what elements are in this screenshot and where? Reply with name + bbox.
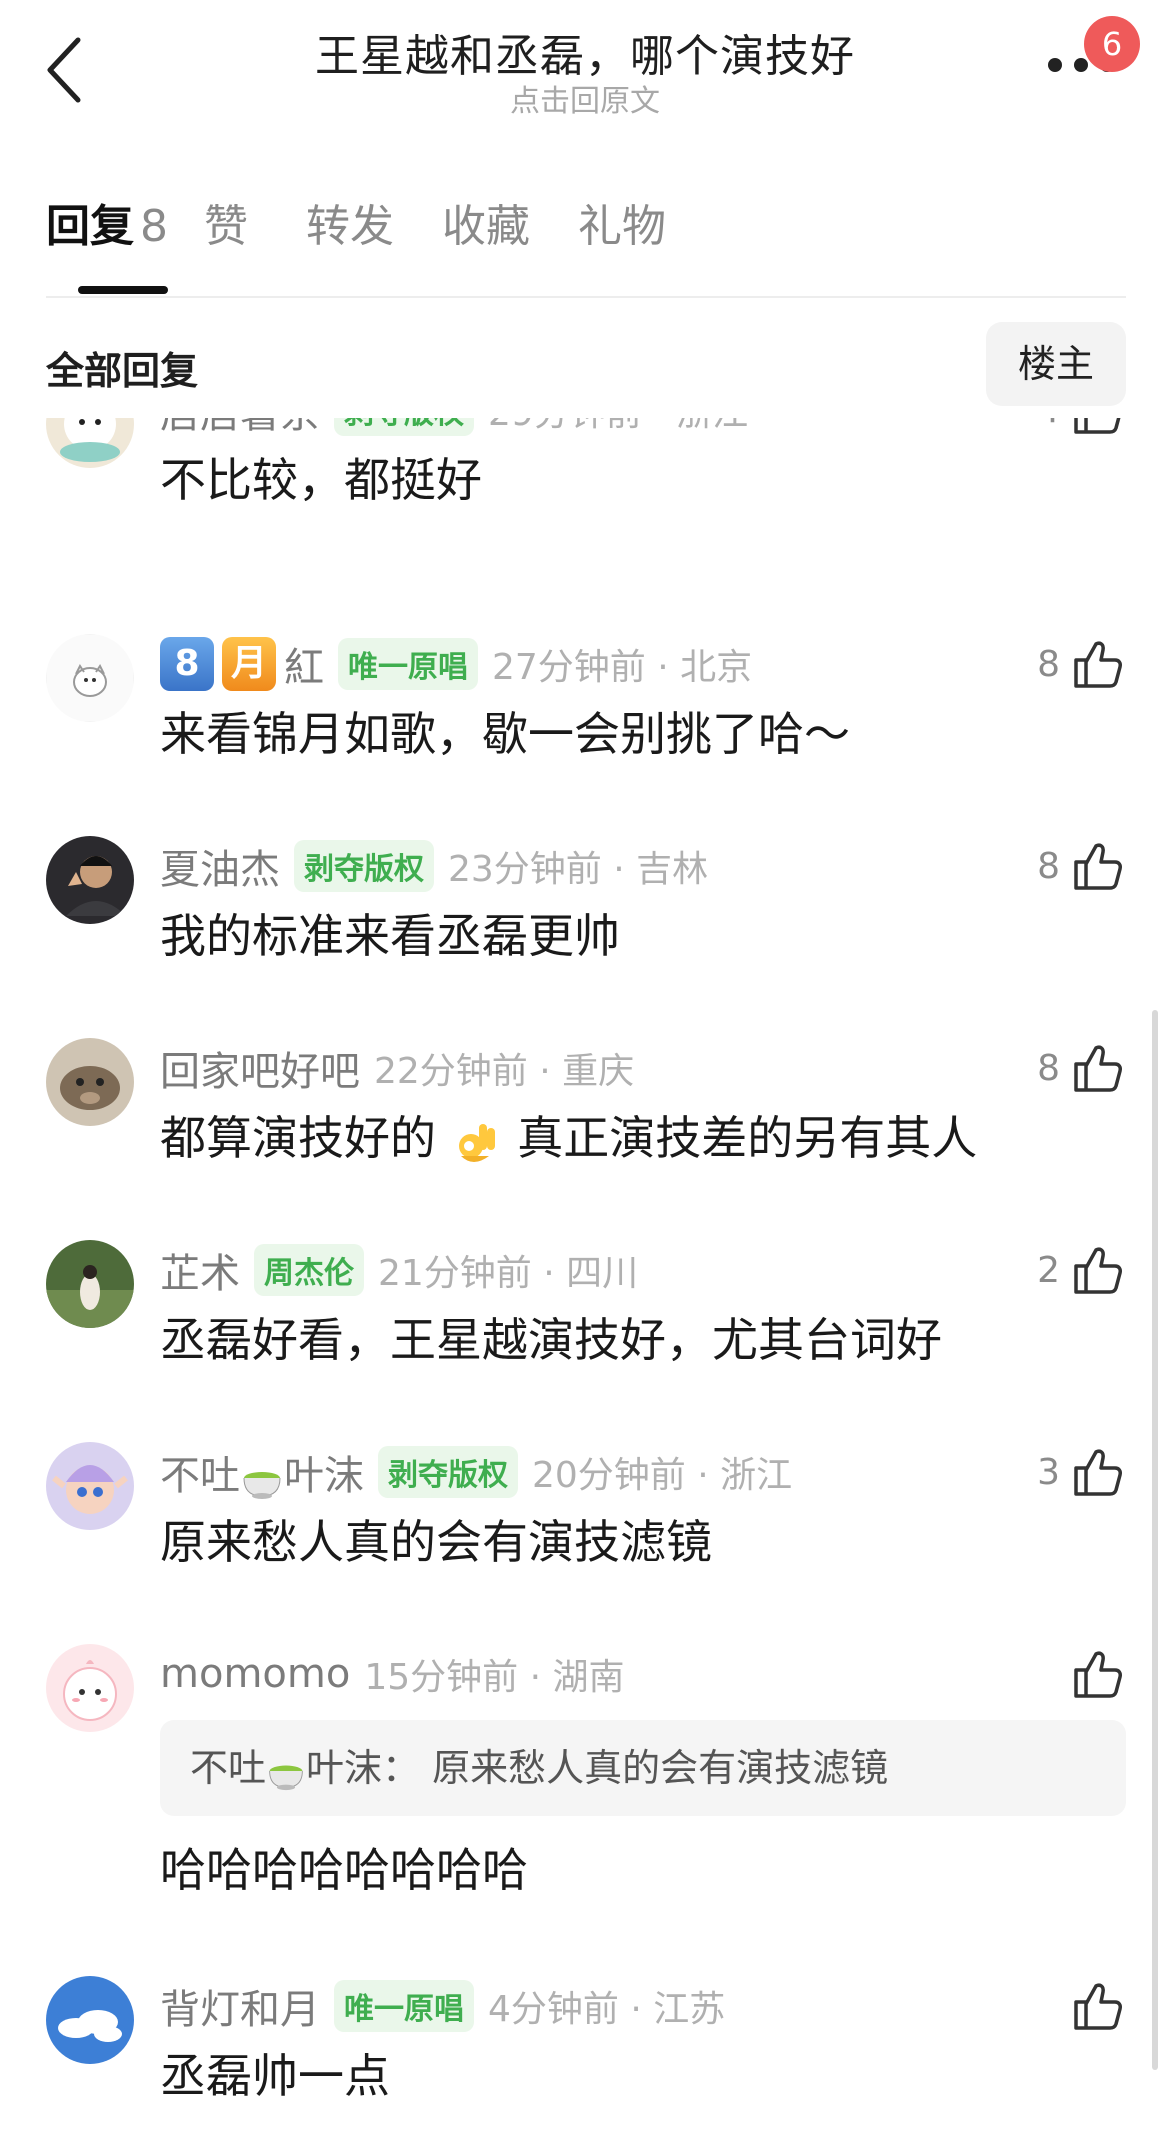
active-tab-indicator — [78, 286, 168, 294]
like-count: 8 — [1037, 845, 1060, 887]
fan-tag: 周杰伦 — [254, 1244, 364, 1296]
avatar[interactable] — [46, 1644, 134, 1732]
like-button[interactable]: 8 — [1037, 836, 1124, 896]
like-button[interactable]: 8 — [1037, 634, 1124, 694]
timestamp-location: 20分钟前 · 浙江 — [532, 1455, 793, 1496]
timestamp-location: 29分钟前 · 浙江 — [488, 418, 748, 436]
like-count: 2 — [1037, 1249, 1060, 1291]
username[interactable]: 紅 — [284, 635, 324, 693]
like-count: 8 — [1037, 643, 1060, 685]
username[interactable]: momomo — [160, 1651, 350, 1697]
comment-meta: 回家吧好吧 22分钟前 · 重庆 — [160, 1038, 634, 1098]
username[interactable]: 居居暑余 — [160, 418, 320, 439]
section-title: 全部回复 — [46, 349, 199, 393]
like-count: 8 — [1037, 1047, 1060, 1089]
scrollbar[interactable] — [1152, 1010, 1158, 2070]
tea-cup-emoji — [243, 1472, 281, 1499]
page-title[interactable]: 王星越和丞磊，哪个演技好 — [0, 20, 1170, 84]
thumb-up-icon — [1074, 641, 1122, 688]
timestamp-location: 21分钟前 · 四川 — [378, 1253, 639, 1294]
avatar[interactable] — [46, 1240, 134, 1328]
like-button[interactable] — [1072, 1644, 1124, 1704]
top-bar: 王星越和丞磊，哪个演技好 点击回原文 6 — [0, 0, 1170, 130]
like-count: 3 — [1037, 1451, 1060, 1493]
quoted-author: 不吐 — [190, 1746, 267, 1790]
name-badge-8: 8 — [160, 637, 214, 691]
comment-text: 不比较，都挺好 — [160, 453, 482, 507]
tab-gifts[interactable]: 礼物 — [578, 190, 666, 254]
thumb-up-icon — [1074, 1045, 1122, 1092]
notification-badge: 6 — [1084, 16, 1140, 72]
comment-meta: 芷术 周杰伦 21分钟前 · 四川 — [160, 1240, 638, 1300]
avatar[interactable] — [46, 1976, 134, 2064]
like-count: 4 — [1037, 418, 1060, 431]
like-button[interactable] — [1072, 1976, 1124, 2036]
comment-meta: 背灯和月 唯一原唱 4分钟前 · 江苏 — [160, 1976, 725, 2036]
ok-hand-emoji — [458, 1123, 495, 1162]
username-part: 叶沫 — [284, 1453, 364, 1499]
tab-bar: 回复 8 赞 转发 收藏 礼物 — [46, 190, 1126, 290]
comment-text: 都算演技好的 真正演技差的另有其人 — [160, 1102, 977, 1168]
avatar[interactable] — [46, 1038, 134, 1126]
comment-text: 丞磊好看，王星越演技好，尤其台词好 — [160, 1313, 942, 1367]
avatar[interactable] — [46, 634, 134, 722]
username-part: 不吐 — [160, 1453, 240, 1499]
back-to-original-link[interactable]: 点击回原文 — [0, 76, 1170, 120]
username[interactable]: 背灯和月 — [160, 1977, 320, 2035]
name-badge-moon: 月 — [222, 637, 276, 691]
fan-tag: 剥夺版权 — [334, 418, 474, 436]
avatar[interactable] — [46, 1442, 134, 1530]
timestamp-location: 15分钟前 · 湖南 — [364, 1657, 625, 1698]
tab-reposts[interactable]: 转发 — [306, 190, 394, 254]
username[interactable]: 回家吧好吧 — [160, 1039, 360, 1097]
username[interactable]: 夏油杰 — [160, 837, 280, 895]
comment-meta: 居居暑余 剥夺版权 29分钟前 · 浙江 — [160, 418, 748, 440]
thumb-up-icon — [1074, 1983, 1122, 2030]
thumb-up-icon — [1074, 1651, 1122, 1698]
comment-text: 原来愁人真的会有演技滤镜 — [160, 1515, 712, 1569]
like-button[interactable]: 4 — [1037, 418, 1124, 440]
timestamp-location: 4分钟前 · 江苏 — [488, 1989, 726, 2030]
tab-favorites[interactable]: 收藏 — [442, 190, 530, 254]
like-button[interactable]: 3 — [1037, 1442, 1124, 1502]
comment-text-part: 都算演技好的 — [160, 1111, 436, 1165]
comment-meta: 8 月 紅 唯一原唱 27分钟前 · 北京 — [160, 634, 752, 694]
username[interactable]: 芷术 — [160, 1241, 240, 1299]
tab-likes[interactable]: 赞 — [204, 190, 248, 254]
timestamp-location: 27分钟前 · 北京 — [492, 647, 753, 688]
tab-replies-count: 8 — [140, 201, 168, 252]
like-button[interactable]: 2 — [1037, 1240, 1124, 1300]
quoted-reply[interactable]: 不吐 叶沫： 原来愁人真的会有演技滤镜 — [160, 1720, 1126, 1816]
username[interactable]: 不吐 叶沫 — [160, 1443, 364, 1501]
tab-replies-label: 回复 — [46, 201, 134, 252]
comment-text: 哈哈哈哈哈哈哈哈 — [160, 1843, 528, 1897]
fan-tag: 唯一原唱 — [338, 638, 478, 690]
thumb-up-icon — [1074, 418, 1121, 434]
thumb-up-icon — [1074, 1449, 1122, 1496]
tea-cup-emoji — [269, 1765, 303, 1790]
comment-text-part: 真正演技差的另有其人 — [517, 1111, 978, 1165]
comment-text: 我的标准来看丞磊更帅 — [160, 909, 620, 963]
comment-text: 丞磊帅一点 — [160, 2049, 390, 2103]
quoted-text: 叶沫： 原来愁人真的会有演技滤镜 — [306, 1746, 889, 1790]
timestamp-location: 22分钟前 · 重庆 — [374, 1051, 635, 1092]
thumb-up-icon — [1074, 843, 1122, 890]
avatar[interactable] — [46, 836, 134, 924]
comment-meta: 不吐 叶沫 剥夺版权 20分钟前 · 浙江 — [160, 1442, 792, 1502]
like-button[interactable]: 8 — [1037, 1038, 1124, 1098]
fan-tag: 剥夺版权 — [378, 1446, 518, 1498]
fan-tag: 剥夺版权 — [294, 840, 434, 892]
comment-text: 来看锦月如歌，歇一会别挑了哈～ — [160, 707, 850, 761]
owner-filter-button[interactable]: 楼主 — [986, 322, 1126, 406]
timestamp-location: 23分钟前 · 吉林 — [448, 849, 709, 890]
thumb-up-icon — [1074, 1247, 1122, 1294]
avatar[interactable] — [46, 418, 134, 468]
divider — [46, 296, 1126, 298]
comment-meta: 夏油杰 剥夺版权 23分钟前 · 吉林 — [160, 836, 708, 896]
comment-list: 居居暑余 剥夺版权 29分钟前 · 浙江 4 不比较，都挺好 8 月 紅 唯一原… — [0, 418, 1170, 2143]
tab-replies[interactable]: 回复 8 — [46, 190, 168, 254]
fan-tag: 唯一原唱 — [334, 1980, 474, 2032]
comment-meta: momomo 15分钟前 · 湖南 — [160, 1644, 624, 1704]
